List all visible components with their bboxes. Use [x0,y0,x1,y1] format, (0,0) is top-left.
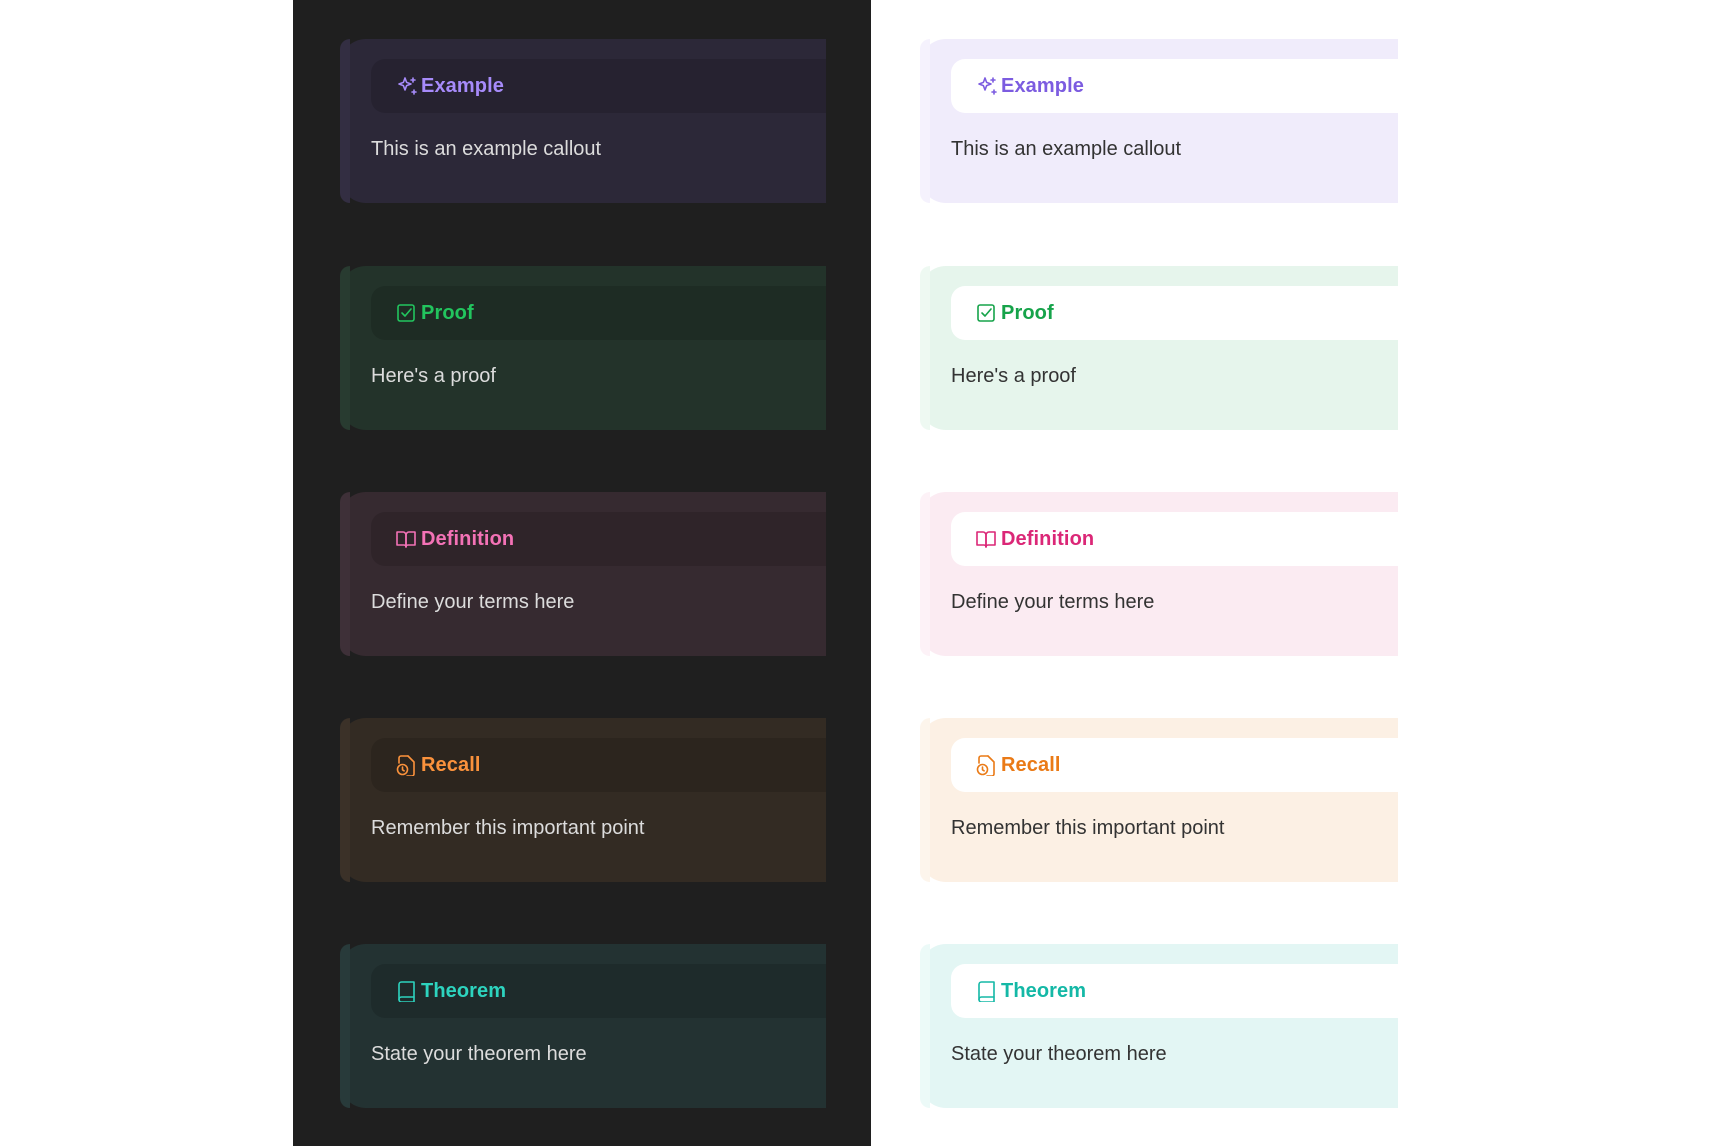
callout-body: Define your terms here [371,591,575,613]
callout-title: Theorem [421,979,507,1002]
callout-body: Define your terms here [951,591,1155,613]
file-clock-icon [395,754,417,776]
callout-title: Example [1001,74,1084,97]
callout-body: Here's a proof [371,365,496,387]
sparkles-icon [395,75,417,97]
callout-title: Recall [421,753,481,776]
callout-body: State your theorem here [371,1043,587,1065]
callout-title-bar[interactable]: Proof [371,286,826,340]
callout-title-bar[interactable]: Example [371,59,826,113]
file-clock-icon [975,754,997,776]
callout-accent-bar [920,39,930,203]
callout-title: Example [421,74,504,97]
callout-title: Proof [421,301,474,324]
callout-accent-bar [920,944,930,1108]
callout-accent-bar [920,492,930,656]
callout-title: Recall [1001,753,1061,776]
callout-title-bar[interactable]: Recall [371,738,826,792]
callout-body: Here's a proof [951,365,1076,387]
square-check-icon [395,302,417,324]
callout-body: Remember this important point [371,817,645,839]
callout-definition: Definition Define your terms here [340,492,826,656]
callout-title-bar[interactable]: Theorem [371,964,826,1018]
callout-title-bar[interactable]: Proof [951,286,1398,340]
sparkles-icon [975,75,997,97]
callout-proof: Proof Here's a proof [340,266,826,430]
callout-title: Definition [1001,527,1095,550]
callout-title-bar[interactable]: Recall [951,738,1398,792]
callout-accent-bar [340,718,350,882]
callout-title-bar[interactable]: Definition [371,512,826,566]
callout-body: Remember this important point [951,817,1225,839]
callout-recall: Recall Remember this important point [340,718,826,882]
book-open-icon [395,528,417,550]
callout-title-bar[interactable]: Definition [951,512,1398,566]
callout-accent-bar [920,718,930,882]
callout-accent-bar [340,39,350,203]
callout-definition: Definition Define your terms here [920,492,1398,656]
callout-accent-bar [340,492,350,656]
callout-recall: Recall Remember this important point [920,718,1398,882]
callout-example: Example This is an example callout [920,39,1398,203]
callout-proof: Proof Here's a proof [920,266,1398,430]
callout-preview: Example This is an example callout Proof… [0,0,1732,1146]
callout-body: This is an example callout [951,138,1182,160]
book-open-icon [975,528,997,550]
callout-title: Definition [421,527,515,550]
callout-theorem: Theorem State your theorem here [920,944,1398,1108]
callout-title: Theorem [1001,979,1087,1002]
callout-title: Proof [1001,301,1054,324]
book-icon [395,980,417,1002]
square-check-icon [975,302,997,324]
dark-theme-panel: Example This is an example callout Proof… [293,0,871,1146]
callout-example: Example This is an example callout [340,39,826,203]
light-theme-panel: Example This is an example callout Proof… [871,0,1732,1146]
callout-accent-bar [340,266,350,430]
callout-body: This is an example callout [371,138,602,160]
callout-accent-bar [340,944,350,1108]
callout-body: State your theorem here [951,1043,1167,1065]
book-icon [975,980,997,1002]
callout-title-bar[interactable]: Example [951,59,1398,113]
callout-title-bar[interactable]: Theorem [951,964,1398,1018]
callout-theorem: Theorem State your theorem here [340,944,826,1108]
callout-accent-bar [920,266,930,430]
